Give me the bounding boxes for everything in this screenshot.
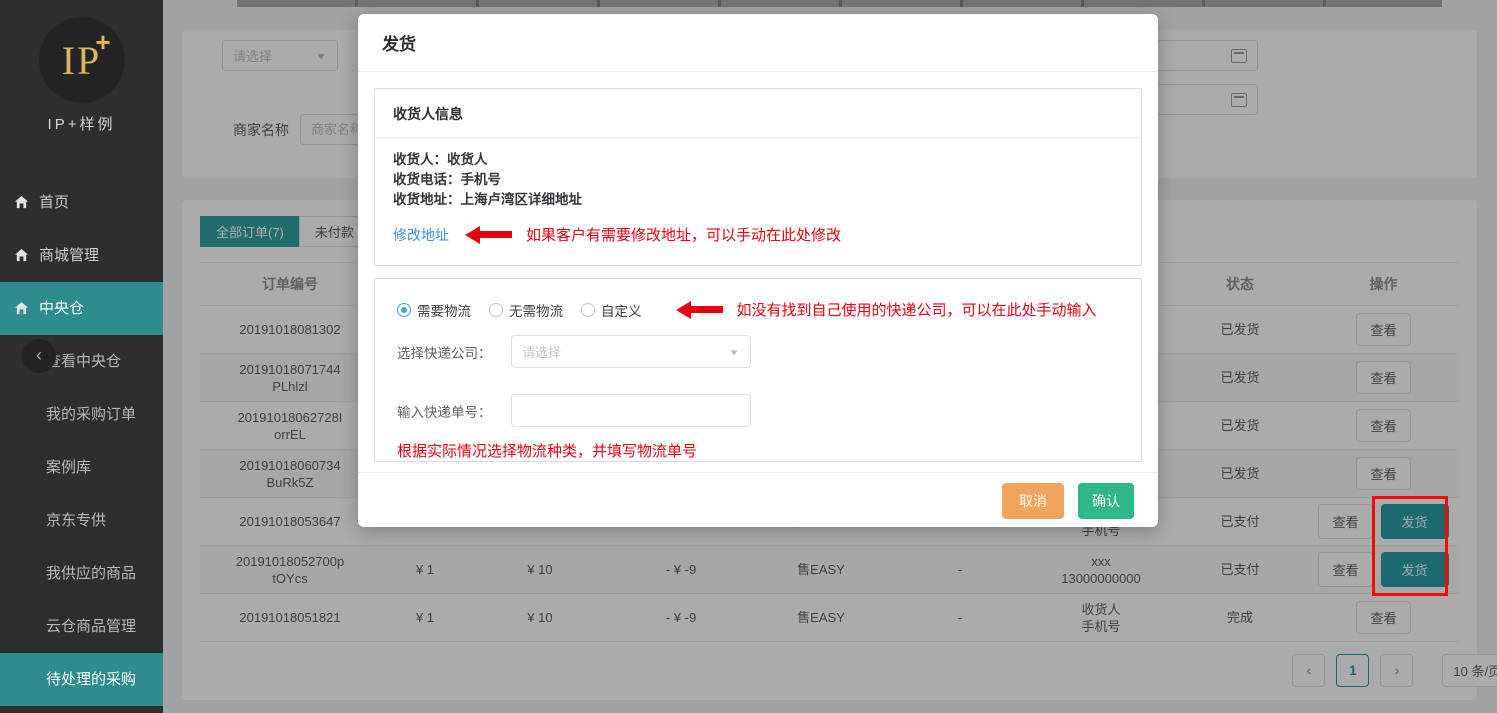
logo-plus: + [95, 27, 110, 58]
sidebar-item-label: 首页 [39, 176, 69, 229]
home-icon [14, 301, 29, 316]
dialog-header: 发货 [358, 14, 1158, 72]
dialog-footer: 取消 确认 [358, 472, 1158, 528]
edit-address-link[interactable]: 修改地址 [393, 225, 449, 245]
sidebar-item-label: 我供应的商品 [46, 547, 136, 600]
logistics-radio-group: 需要物流 无需物流 自定义 如没有找到自己使用的快递公司，可以在此处手动输入 [375, 279, 1141, 320]
dialog-body: 收货人信息 收货人：收货人 收货电话：手机号 收货地址：上海卢湾区详细地址 修改… [358, 72, 1158, 462]
receiver-info-box: 收货人信息 收货人：收货人 收货电话：手机号 收货地址：上海卢湾区详细地址 修改… [374, 88, 1142, 266]
sidebar-item-我的采购订单[interactable]: 我的采购订单 [0, 388, 163, 441]
home-icon [14, 248, 29, 263]
brand-logo-icon: IP + [39, 17, 125, 103]
radio-circle-icon [489, 303, 503, 317]
sidebar-item-云仓商品管理[interactable]: 云仓商品管理 [0, 600, 163, 653]
radio-circle-icon [397, 303, 411, 317]
courier-company-select[interactable]: 请选择 ▼ [511, 335, 751, 368]
sidebar-item-我供应的商品[interactable]: 我供应的商品 [0, 547, 163, 600]
dialog-title: 发货 [382, 30, 416, 55]
courier-company-placeholder: 请选择 [522, 342, 561, 361]
tracking-number-input[interactable] [511, 394, 751, 427]
sidebar-item-首页[interactable]: 首页 [0, 176, 163, 229]
radio-无需物流[interactable]: 无需物流 [489, 300, 563, 320]
tracking-number-label: 输入快递单号： [397, 401, 511, 421]
radio-label: 无需物流 [509, 300, 563, 320]
receiver-lines: 收货人：收货人 收货电话：手机号 收货地址：上海卢湾区详细地址 [375, 138, 1141, 210]
sidebar-item-label: 中央仓 [39, 282, 84, 335]
sidebar-item-label: 商城管理 [39, 229, 99, 282]
courier-company-label: 选择快递公司： [397, 342, 511, 362]
sidebar-item-label: 云仓商品管理 [46, 600, 136, 653]
ship-dialog: 发货 收货人信息 收货人：收货人 收货电话：手机号 收货地址：上海卢湾区详细地址… [358, 14, 1158, 527]
sidebar-item-label: 查看中央仓 [46, 335, 121, 388]
sidebar-item-label: 京东专供 [46, 494, 106, 547]
receiver-phone: 收货电话：手机号 [393, 170, 1123, 190]
sidebar-nav: 首页商城管理中央仓查看中央仓我的采购订单案例库京东专供我供应的商品云仓商品管理待… [0, 176, 163, 713]
home-icon [14, 195, 29, 210]
cancel-button[interactable]: 取消 [1002, 483, 1064, 519]
edit-address-annotation: 如果客户有需要修改地址，可以手动在此处修改 [526, 224, 841, 245]
receiver-info-title: 收货人信息 [375, 89, 1141, 138]
arrow-left-icon [676, 301, 723, 319]
radio-label: 需要物流 [417, 300, 471, 320]
chevron-down-icon: ▼ [728, 347, 740, 357]
logistics-annotation: 如没有找到自己使用的快递公司，可以在此处手动输入 [737, 299, 1097, 320]
sidebar-item-案例库[interactable]: 案例库 [0, 441, 163, 494]
arrow-left-icon [465, 226, 512, 244]
sidebar-item-label: 待处理的采购 [46, 653, 136, 706]
logistics-note-annotation: 根据实际情况选择物流种类，并填写物流单号 [397, 440, 1141, 461]
sidebar-item-中央仓[interactable]: 中央仓 [0, 282, 163, 335]
sidebar-item-商城管理[interactable]: 商城管理 [0, 229, 163, 282]
sidebar-item-待处理的采购[interactable]: 待处理的采购 [0, 653, 163, 706]
sidebar-item-订单管理[interactable]: 订单管理 [0, 706, 163, 713]
chevron-left-icon: ‹ [36, 345, 42, 365]
radio-需要物流[interactable]: 需要物流 [397, 300, 471, 320]
brand-name: IP+样例 [0, 113, 163, 134]
receiver-address: 收货地址：上海卢湾区详细地址 [393, 190, 1123, 210]
sidebar-item-label: 我的采购订单 [46, 388, 136, 441]
sidebar-item-label: 订单管理 [39, 706, 99, 713]
radio-自定义[interactable]: 自定义 [581, 300, 642, 320]
confirm-button[interactable]: 确认 [1078, 483, 1134, 519]
radio-label: 自定义 [601, 300, 642, 320]
receiver-name: 收货人：收货人 [393, 150, 1123, 170]
sidebar-item-label: 案例库 [46, 441, 91, 494]
radio-circle-icon [581, 303, 595, 317]
logistics-box: 需要物流 无需物流 自定义 如没有找到自己使用的快递公司，可以在此处手动输入 选择快… [374, 278, 1142, 462]
sidebar-item-京东专供[interactable]: 京东专供 [0, 494, 163, 547]
logo: IP + IP+样例 [0, 0, 163, 134]
annotation-rectangle [1372, 496, 1448, 596]
sidebar-collapse-button[interactable]: ‹ [22, 339, 56, 373]
